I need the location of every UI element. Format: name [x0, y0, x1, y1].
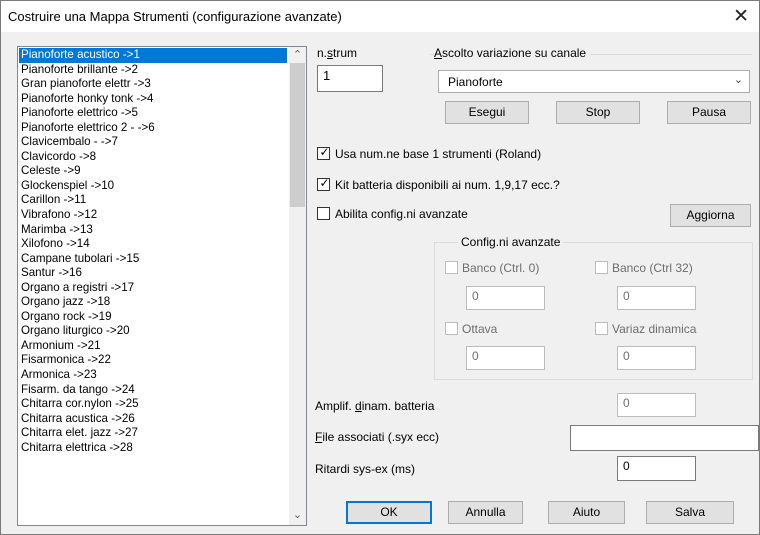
- advanced-label: Abilita config.ni avanzate: [335, 207, 468, 221]
- octave-input[interactable]: 0: [466, 346, 545, 370]
- advanced-group-label: Config.ni avanzate: [458, 235, 564, 249]
- bank0-input[interactable]: 0: [466, 286, 545, 310]
- help-button[interactable]: Aiuto: [548, 501, 625, 524]
- list-item[interactable]: Chitarra cor.nylon ->25: [19, 397, 287, 412]
- stop-button[interactable]: Stop: [556, 101, 640, 124]
- drum-amp-label: Amplif. dinam. batteria: [315, 399, 435, 413]
- vertical-scrollbar[interactable]: ⌃ ⌄: [289, 47, 306, 525]
- list-item[interactable]: Organo liturgico ->20: [19, 324, 287, 339]
- list-item[interactable]: Xilofono ->14: [19, 237, 287, 252]
- check-icon: ✓: [319, 145, 330, 159]
- nstrum-input[interactable]: 1: [317, 65, 383, 92]
- list-item[interactable]: Celeste ->9: [19, 164, 287, 179]
- list-item[interactable]: Chitarra acustica ->26: [19, 412, 287, 427]
- bank0-label: Banco (Ctrl. 0): [462, 261, 540, 275]
- dynamics-input[interactable]: 0: [617, 346, 696, 370]
- drum-kits-checkbox[interactable]: ✓: [317, 176, 330, 191]
- assoc-files-label: File associati (.syx ecc): [315, 430, 440, 444]
- list-item[interactable]: Carillon ->11: [19, 193, 287, 208]
- sysex-delay-label: Ritardi sys-ex (ms): [315, 462, 416, 476]
- list-item[interactable]: Chitarra elettrica ->28: [19, 441, 287, 456]
- drum-amp-input[interactable]: 0: [617, 393, 696, 417]
- pause-button[interactable]: Pausa: [667, 101, 751, 124]
- list-item[interactable]: Marimba ->13: [19, 223, 287, 238]
- chevron-down-icon: ⌄: [733, 74, 743, 86]
- dynamics-label: Variaz dinamica: [612, 322, 697, 336]
- octave-checkbox[interactable]: [445, 322, 458, 335]
- list-item[interactable]: Pianoforte elettrico ->5: [19, 106, 287, 121]
- ok-button[interactable]: OK: [346, 501, 432, 524]
- dynamics-checkbox[interactable]: [595, 322, 608, 335]
- list-item[interactable]: Vibrafono ->12: [19, 208, 287, 223]
- list-item[interactable]: Santur ->16: [19, 266, 287, 281]
- list-item[interactable]: Pianoforte honky tonk ->4: [19, 92, 287, 107]
- cancel-button[interactable]: Annulla: [448, 501, 523, 524]
- list-item[interactable]: Armonica ->23: [19, 368, 287, 383]
- list-item[interactable]: Organo a registri ->17: [19, 281, 287, 296]
- channel-select-value: Pianoforte: [448, 75, 503, 89]
- bank32-checkbox[interactable]: [595, 261, 608, 274]
- instrument-listbox[interactable]: Pianoforte acustico ->1 Pianoforte brilla…: [17, 46, 307, 526]
- bank32-input[interactable]: 0: [617, 286, 696, 310]
- sysex-delay-input[interactable]: 0: [617, 456, 696, 481]
- list-item[interactable]: Organo rock ->19: [19, 310, 287, 325]
- instrument-list: Pianoforte acustico ->1 Pianoforte brilla…: [19, 48, 287, 455]
- dialog-window: Costruire una Mappa Strumenti (configura…: [0, 0, 760, 535]
- run-button[interactable]: Esegui: [445, 101, 529, 124]
- scroll-up-icon[interactable]: ⌃: [289, 48, 306, 61]
- list-item[interactable]: Clavicembalo - ->7: [19, 135, 287, 150]
- list-item[interactable]: Gran pianoforte elettr ->3: [19, 77, 287, 92]
- list-item[interactable]: Chitarra elet. jazz ->27: [19, 426, 287, 441]
- dialog-title: Costruire una Mappa Strumenti (configura…: [8, 9, 342, 24]
- list-item[interactable]: Clavicordo ->8: [19, 150, 287, 165]
- scroll-down-icon[interactable]: ⌄: [289, 508, 306, 521]
- list-item[interactable]: Pianoforte elettrico 2 - ->6: [19, 121, 287, 136]
- list-item[interactable]: Organo jazz ->18: [19, 295, 287, 310]
- list-item[interactable]: Pianoforte brillante ->2: [19, 63, 287, 78]
- octave-label: Ottava: [462, 322, 498, 336]
- advanced-checkbox[interactable]: [317, 207, 330, 220]
- save-button[interactable]: Salva: [646, 501, 734, 524]
- channel-select[interactable]: Pianoforte ⌄: [438, 70, 750, 93]
- drum-kits-label: Kit batteria disponibili ai num. 1,9,17 …: [335, 178, 560, 192]
- close-icon[interactable]: ✕: [733, 5, 749, 28]
- list-item[interactable]: Campane tubolari ->15: [19, 252, 287, 267]
- scroll-thumb[interactable]: [290, 63, 305, 207]
- list-item[interactable]: Pianoforte acustico ->1: [19, 48, 287, 63]
- bank32-label: Banco (Ctrl 32): [612, 261, 693, 275]
- channel-group-label: Ascolto variazione su canale: [434, 46, 591, 60]
- check-icon: ✓: [319, 176, 330, 190]
- list-item[interactable]: Glockenspiel ->10: [19, 179, 287, 194]
- bank0-checkbox[interactable]: [445, 261, 458, 274]
- assoc-files-input[interactable]: [570, 425, 759, 451]
- list-item[interactable]: Armonium ->21: [19, 339, 287, 354]
- list-item[interactable]: Fisarm. da tango ->24: [19, 383, 287, 398]
- base1-checkbox[interactable]: ✓: [317, 145, 330, 160]
- nstrum-label: n.strum: [317, 46, 358, 60]
- title-bar: Costruire una Mappa Strumenti (configura…: [1, 1, 759, 32]
- base1-label: Usa num.ne base 1 strumenti (Roland): [335, 147, 542, 161]
- update-button[interactable]: Aggiorna: [670, 204, 751, 227]
- list-item[interactable]: Fisarmonica ->22: [19, 353, 287, 368]
